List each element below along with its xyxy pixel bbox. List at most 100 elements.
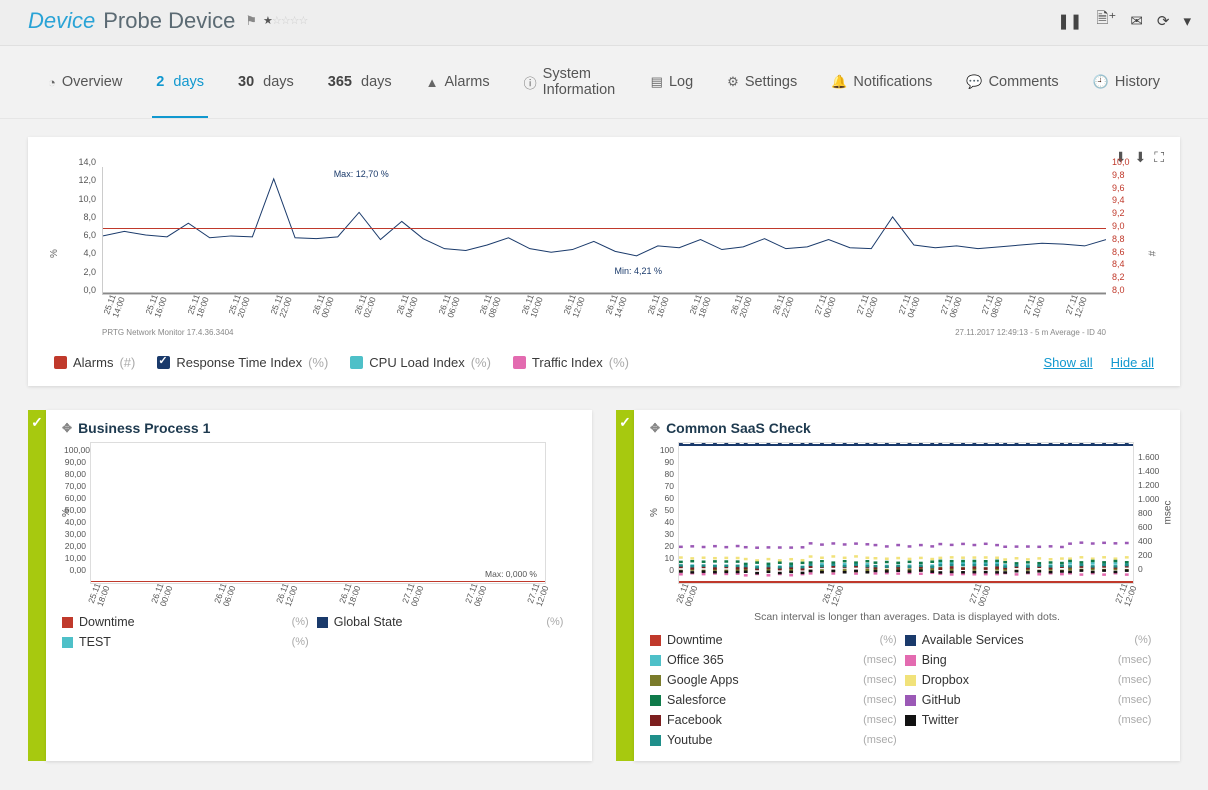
legend-item[interactable]: TEST(%) [62,635,309,649]
y-axis-label-left: % [49,249,60,258]
swatch-icon [650,695,661,706]
tab-log[interactable]: ▤Log [647,56,698,118]
legend-item[interactable]: GitHub(msec) [905,693,1152,707]
y2-ticks: 1.6001.4001.2001.0008006004002000 [1138,450,1168,576]
tab-notifications[interactable]: 🔔Notifications [827,56,936,118]
tab-icon: ▲ [426,75,439,90]
pause-icon[interactable]: ❚❚ [1054,10,1085,32]
plot-area [678,442,1134,584]
mail-icon[interactable]: ✉ [1127,10,1146,32]
panel-title[interactable]: Common SaaS Check [666,420,811,436]
title-bar: Device Probe Device ⚑ ★☆☆☆☆ ❚❚ 🗎⁺ ✉ ⟳ ▾ [0,0,1208,46]
swatch-icon [650,735,661,746]
plot-area: Max: 0,000 % [90,442,546,584]
legend-item[interactable]: Salesforce(msec) [650,693,897,707]
expand-icon[interactable]: ⛶ [1154,149,1164,166]
tab-icon: 💬 [966,74,982,90]
refresh-icon[interactable]: ⟳ [1154,10,1173,32]
mini-chart: % 100,0090,0080,0070,0060,0050,0040,0030… [62,442,576,605]
swatch-icon [317,617,328,628]
main-chart: % # 0,02,04,06,08,010,012,014,0 8,08,28,… [70,167,1138,335]
checkbox-icon[interactable] [54,356,67,369]
chart-legend: Alarms(#) Response Time Index(%) CPU Load … [48,335,1160,372]
menu-caret-icon[interactable]: ▾ [1180,10,1194,32]
tab-settings[interactable]: ⚙Settings [723,56,801,118]
legend-item[interactable]: Traffic Index(%) [513,355,629,370]
legend-item[interactable]: Twitter(msec) [905,713,1152,727]
swatch-icon [650,715,661,726]
legend-item[interactable]: Global State(%) [317,615,564,629]
flag-icon[interactable]: ⚑ [245,13,257,29]
tab-icon: ◔ [48,75,56,90]
chart-footer-right: 27.11.2017 12:49:13 - 5 m Average - ID 4… [955,328,1106,337]
tab-overview[interactable]: ◔Overview [44,56,126,118]
check-icon: ✓ [619,414,631,431]
panel-title[interactable]: Business Process 1 [78,420,210,436]
tab-sysinfo[interactable]: ⓘSystem Information [520,56,621,118]
legend-item[interactable]: Youtube(msec) [650,733,897,747]
legend-item[interactable]: Bing(msec) [905,653,1152,667]
tab-2days[interactable]: 2days [152,56,208,118]
y-axis-left: 0,02,04,06,08,010,012,014,0 [70,167,98,295]
drag-handle-icon[interactable]: ✥ [650,421,660,435]
swatch-icon [905,715,916,726]
rating-stars[interactable]: ★☆☆☆☆ [263,14,307,27]
swatch-icon [62,617,73,628]
legend-item[interactable]: Dropbox(msec) [905,673,1152,687]
y-axis-right: 8,08,28,48,68,89,09,29,49,69,810,0 [1110,167,1138,295]
tab-comments[interactable]: 💬Comments [962,56,1062,118]
download-icon-2[interactable]: ⬇ [1134,149,1146,166]
checkbox-icon[interactable] [513,356,526,369]
legend-item[interactable]: Office 365(msec) [650,653,897,667]
hide-all-link[interactable]: Hide all [1111,355,1154,370]
plot-area: Max: 12,70 % Min: 4,21 % [102,167,1106,295]
chart-anno-min: Min: 4,21 % [615,266,663,276]
swatch-icon [905,675,916,686]
legend-item[interactable]: Downtime(%) [62,615,309,629]
tab-history[interactable]: 🕘History [1089,56,1164,118]
chart-anno-max: Max: 0,000 % [485,569,537,579]
tab-bar: ◔Overview 2days 30days 365days ▲Alarms ⓘSyste… [0,46,1208,119]
checkbox-icon[interactable] [350,356,363,369]
drag-handle-icon[interactable]: ✥ [62,421,72,435]
legend-item[interactable]: Downtime(%) [650,633,897,647]
chart-note: Scan interval is longer than averages. D… [650,611,1164,623]
legend-item[interactable]: CPU Load Index(%) [350,355,491,370]
panel-saas-check: ✓ ✥ Common SaaS Check % msec 100908070605… [616,410,1180,761]
mini-chart: % msec 1009080706050403020100 1.6001.400… [650,442,1164,605]
panel-business-process: ✓ ✥ Business Process 1 % 100,0090,0080,00… [28,410,592,761]
main-chart-card: ⬇ ⬇ ⛶ % # 0,02,04,06,08,010,012,014,0 8,… [28,137,1180,386]
tab-alarms[interactable]: ▲Alarms [422,56,494,118]
swatch-icon [650,635,661,646]
swatch-icon [905,695,916,706]
y-axis-label-right: # [1148,250,1159,256]
legend-item[interactable]: Google Apps(msec) [650,673,897,687]
page-title: Probe Device [103,8,235,34]
legend-item[interactable]: Response Time Index(%) [157,355,328,370]
check-icon: ✓ [31,414,43,431]
swatch-icon [905,635,916,646]
checkbox-icon[interactable] [157,356,170,369]
x-ticks: 25.11 18:0026.11 00:0026.11 06:0026.11 1… [90,584,548,605]
chart-anno-max: Max: 12,70 % [334,169,389,179]
panel-legend: Downtime(%) Global State(%) TEST(%) [62,615,576,649]
show-all-link[interactable]: Show all [1044,355,1093,370]
tab-icon: ⓘ [524,73,537,92]
status-indicator-ok: ✓ [616,410,634,761]
y-ticks: 1009080706050403020100 [652,444,674,576]
legend-item[interactable]: Facebook(msec) [650,713,897,727]
tab-icon: ⚙ [727,74,739,90]
tab-365days[interactable]: 365days [324,56,396,118]
toolbar-right: ❚❚ 🗎⁺ ✉ ⟳ ▾ [1054,6,1194,35]
tab-icon: ▤ [651,74,663,90]
legend-item[interactable]: Available Services(%) [905,633,1152,647]
swatch-icon [905,655,916,666]
tab-icon: 🔔 [831,74,847,90]
panel-legend: Downtime(%) Available Services(%) Office 3… [650,633,1164,747]
status-indicator-ok: ✓ [28,410,46,761]
chart-footer-left: PRTG Network Monitor 17.4.36.3404 [102,328,233,337]
tab-30days[interactable]: 30days [234,56,298,118]
legend-item[interactable]: Alarms(#) [54,355,135,370]
add-file-icon[interactable]: 🗎⁺ [1093,6,1119,35]
swatch-icon [650,655,661,666]
